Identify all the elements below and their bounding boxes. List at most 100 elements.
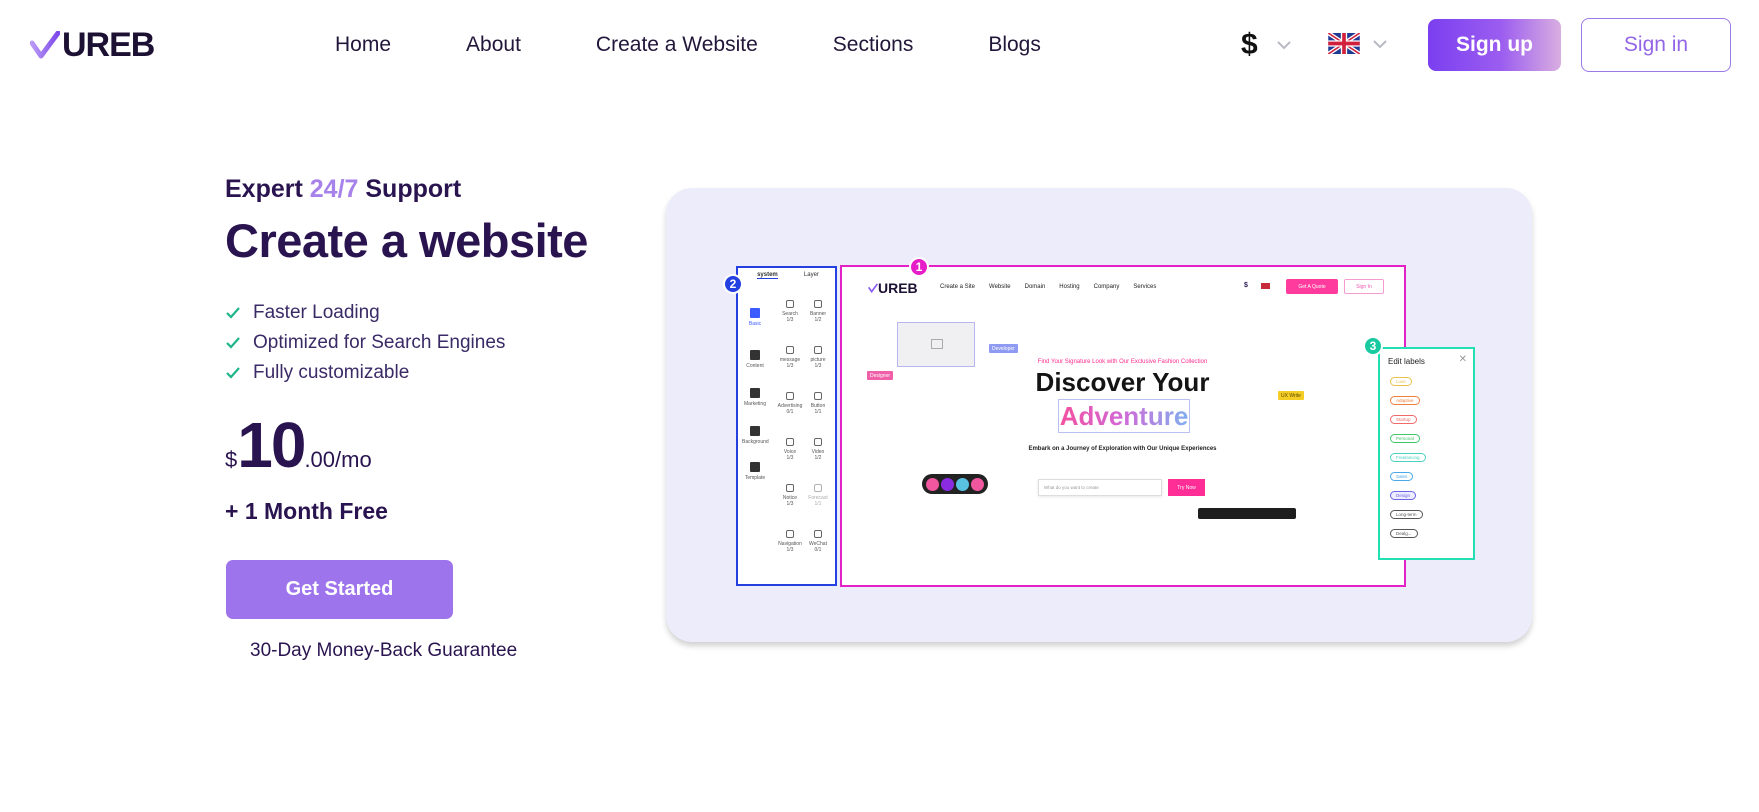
component-count: 1/3 (786, 363, 794, 369)
eyebrow-pre: Expert (225, 175, 310, 203)
mock-try-button: Try Now (1168, 479, 1205, 496)
hero-eyebrow: Expert 24/7 Support (225, 175, 461, 204)
category-basic: Basic (742, 308, 768, 327)
currency-selector[interactable]: $ (1241, 28, 1292, 62)
brand-logo[interactable]: UREB (30, 26, 155, 64)
component-count: 1/3 (786, 501, 794, 507)
component-count: 1/3 (786, 547, 794, 553)
label-chip: Freelancing (1390, 453, 1426, 462)
language-selector[interactable] (1328, 33, 1388, 54)
logo-check-icon (30, 31, 60, 59)
step-badge: 1 (909, 257, 929, 277)
component-count: 1/1 (814, 409, 822, 415)
content-icon (750, 350, 760, 360)
tab-system: system (757, 272, 778, 279)
label-chip: Startup (1390, 415, 1417, 424)
feature-item: Optimized for Search Engines (225, 328, 505, 358)
mock-signin-button: Sign In (1344, 279, 1384, 294)
nav-link-sections[interactable]: Sections (833, 32, 914, 58)
label-chip: Sales (1390, 472, 1414, 481)
component-panel-tabs: system Layer (744, 272, 832, 279)
mock-nav-item: Domain (1024, 284, 1046, 290)
color-swatch (926, 477, 939, 491)
wechat-icon (814, 530, 822, 538)
get-started-button[interactable]: Get Started (226, 560, 453, 619)
video-icon (814, 438, 822, 446)
component-item: message 1/3 (776, 346, 804, 369)
component-item: Notice 1/3 (776, 484, 804, 507)
edit-labels-panel: Edit labels ✕ Luxe Adaptive Startup Pers… (1378, 347, 1475, 560)
eyebrow-accent: 24/7 (309, 175, 359, 203)
template-icon (750, 462, 760, 472)
hero-title: Create a website (225, 214, 588, 267)
color-swatch-bar (922, 474, 988, 494)
mock-logo: UREB (868, 280, 918, 296)
main-nav: Home About Create a Website Sections Blo… (335, 32, 1041, 58)
text-format-toolbar (1198, 508, 1296, 519)
color-swatch (941, 477, 954, 491)
feature-label: Faster Loading (253, 302, 380, 323)
mock-quote-button: Get A Quote (1286, 279, 1338, 294)
component-count: 1/3 (814, 363, 822, 369)
chevron-down-icon (1373, 39, 1387, 48)
nav-link-about[interactable]: About (466, 32, 521, 58)
bonus-offer: + 1 Month Free (225, 498, 388, 524)
mock-logo-text: UREB (878, 280, 918, 296)
editor-canvas: UREB Create a Site Website Domain Hostin… (840, 265, 1406, 587)
close-icon: ✕ (1458, 354, 1467, 365)
category-label: Basic (748, 321, 762, 327)
label-chip: Dealg... (1390, 529, 1418, 538)
label-chip: Design (1390, 491, 1417, 500)
image-icon (931, 339, 943, 349)
category-label: Content (746, 363, 764, 369)
brand-name: UREB (62, 26, 155, 64)
category-marketing: Marketing (742, 388, 768, 407)
component-count: 1/2 (814, 455, 822, 461)
mock-nav-item: Website (989, 284, 1011, 290)
tab-layer: Layer (803, 272, 819, 278)
eyebrow-post: Support (358, 175, 462, 203)
top-navbar: UREB Home About Create a Website Section… (0, 0, 1759, 90)
mock-nav-item: Hosting (1059, 284, 1080, 290)
mock-nav: Create a Site Website Domain Hosting Com… (940, 284, 1170, 290)
mock-subline: Embark on a Journey of Exploration with … (1028, 446, 1217, 452)
advertising-icon (786, 392, 794, 400)
category-background: Background (742, 426, 769, 445)
mock-nav-item: Create a Site (940, 284, 976, 290)
mock-currency: $ (1244, 282, 1248, 289)
component-count: 1/3 (786, 317, 794, 323)
component-item: picture 1/3 (804, 346, 832, 369)
logo-check-icon (868, 283, 878, 293)
component-item: Banner 1/2 (804, 300, 832, 323)
check-icon (226, 307, 240, 319)
navigation-icon (786, 530, 794, 538)
mock-headline-accent: Adventure (1058, 399, 1190, 433)
mock-kicker: Find Your Signature Look with Our Exclus… (1037, 359, 1208, 365)
notice-icon (786, 484, 794, 492)
label-chip: Luxe (1390, 377, 1412, 386)
price-display: $10.00/mo (225, 413, 372, 477)
category-label: Marketing (744, 401, 766, 407)
message-icon (786, 346, 794, 354)
mock-nav-item: Services (1133, 284, 1157, 290)
nav-link-blogs[interactable]: Blogs (988, 32, 1041, 58)
currency-symbol: $ (1241, 28, 1258, 61)
label-chip: Long-term (1390, 510, 1423, 519)
search-icon (786, 300, 794, 308)
signin-button[interactable]: Sign in (1581, 18, 1731, 72)
label-chip: Adaptive (1390, 396, 1420, 405)
basic-icon (750, 308, 760, 318)
builder-illustration: system Layer Basic Content Marketing Bac… (666, 188, 1532, 642)
forecast-icon (814, 484, 822, 492)
check-icon (226, 337, 240, 349)
price-amount: 10 (237, 409, 306, 481)
price-suffix: .00/mo (304, 447, 372, 472)
component-count: 1/1 (814, 501, 822, 507)
nav-link-home[interactable]: Home (335, 32, 391, 58)
signup-button[interactable]: Sign up (1428, 19, 1561, 71)
mock-flag-icon (1261, 283, 1270, 289)
nav-link-create-website[interactable]: Create a Website (596, 32, 758, 58)
component-item: Video 1/2 (804, 438, 832, 461)
feature-label: Optimized for Search Engines (253, 332, 506, 353)
category-label: Background (742, 439, 769, 445)
